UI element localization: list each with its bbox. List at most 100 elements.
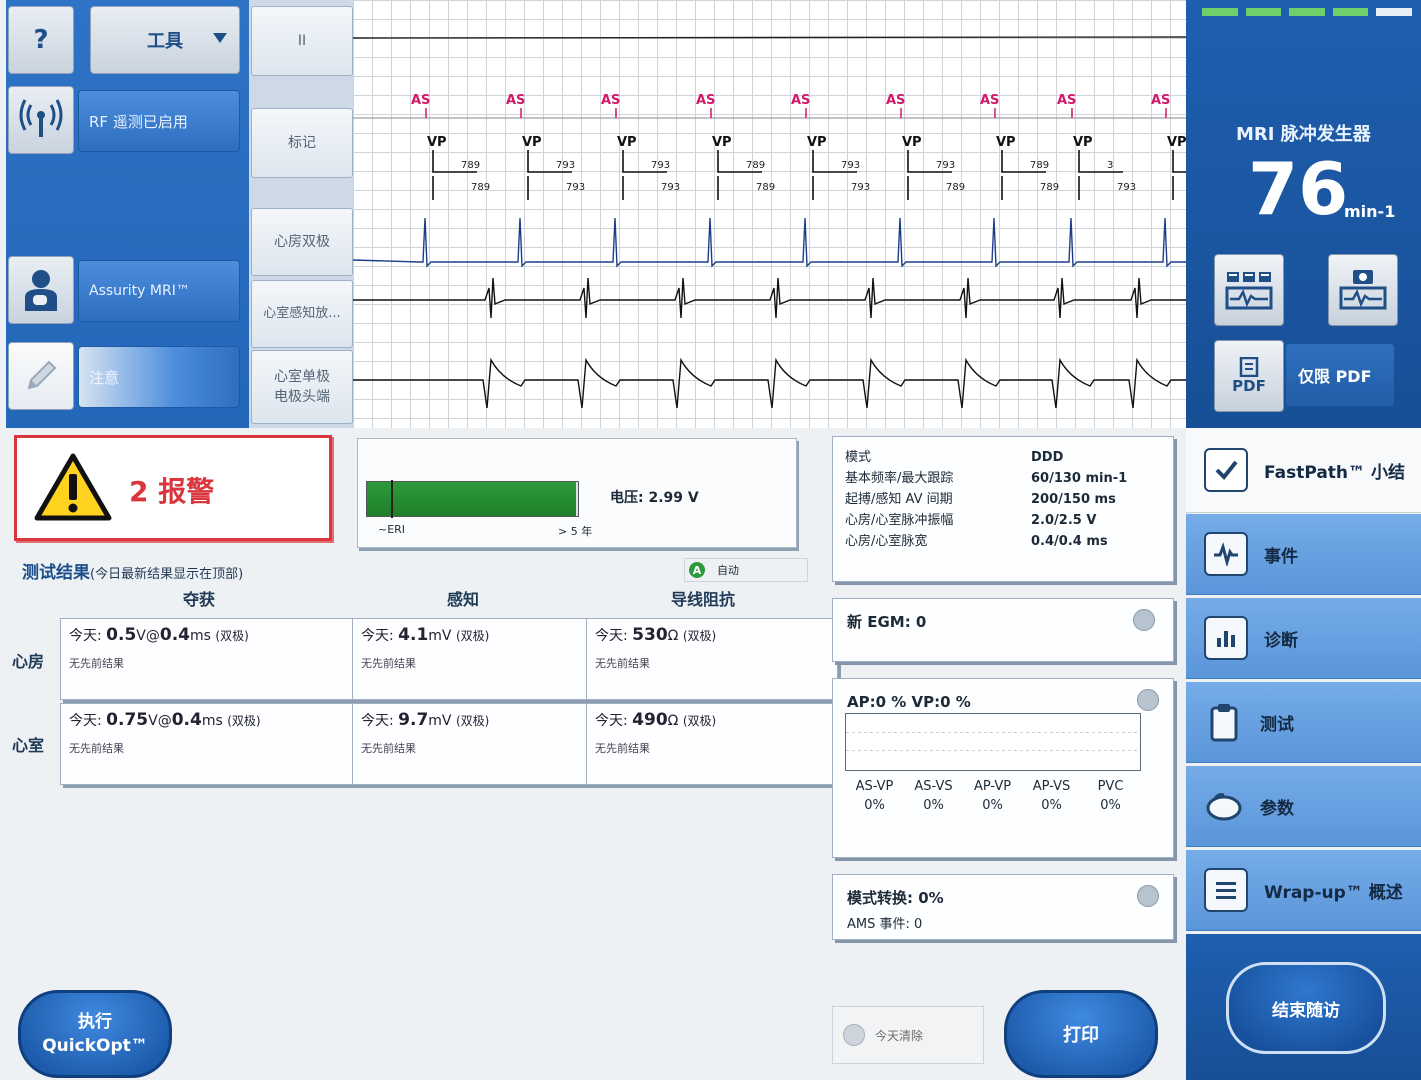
rf-telemetry-status: RF 遥测已启用 (78, 90, 240, 152)
notes-field[interactable]: 注意 (78, 346, 240, 408)
capture-width-unit: ms (190, 628, 211, 644)
print-label: 打印 (1063, 1025, 1099, 1046)
no-previous-result: 无先前结果 (361, 742, 416, 755)
pacing-stat-label: AS-VP (855, 779, 894, 794)
ventricle-capture-cell[interactable]: 今天: 0.75V@0.4ms (双极) 无先前结果 (60, 703, 356, 785)
interval-label: 793 (851, 182, 870, 193)
refresh-icon[interactable] (1137, 885, 1159, 907)
pdf-only-label[interactable]: 仅限 PDF (1286, 344, 1394, 406)
atrium-capture-cell[interactable]: 今天: 0.5V@0.4ms (双极) 无先前结果 (60, 618, 356, 700)
ventricle-impedance-cell[interactable]: 今天: 490Ω (双极) 无先前结果 (586, 703, 838, 785)
capture-width-value: 0.4 (171, 710, 202, 730)
interval-label: 793 (556, 160, 575, 171)
nav-diagnostics-label: 诊断 (1264, 630, 1298, 651)
end-session-button[interactable]: 结束随访 (1226, 962, 1386, 1054)
nav-events[interactable]: 事件 (1186, 514, 1421, 595)
antenna-icon (19, 99, 63, 137)
trace-label-ventricular-sense[interactable]: 心室感知放... (251, 280, 353, 348)
pacing-summary-panel[interactable]: AP:0 % VP:0 % AS-VP 0% AS-VS 0% AP-VP 0% AP-VS… (832, 678, 1174, 858)
freeze-button[interactable]: II (251, 6, 353, 76)
sensing-unit: mV (428, 628, 452, 644)
test-results-subtitle: (今日最新结果显示在顶部) (90, 567, 244, 582)
eri-marker (391, 480, 393, 518)
marker-as: AS (1057, 93, 1076, 108)
battery-panel[interactable]: ~ERI > 5 年 电压: 2.99 V (357, 438, 797, 548)
marker-as: AS (601, 93, 620, 108)
pdf-button[interactable]: PDF (1214, 340, 1284, 412)
parameter-row: 起搏/感知 AV 间期 200/150 ms (845, 489, 1165, 510)
nav-tests[interactable]: 测试 (1186, 682, 1421, 763)
nav-wrapup[interactable]: Wrap-up™ 概述 (1186, 850, 1421, 931)
alarm-panel[interactable]: 2 报警 (14, 435, 332, 541)
capture-threshold-unit: V@ (148, 713, 172, 729)
notes-button[interactable] (8, 342, 74, 410)
ventricular-sense-trace (353, 277, 1186, 319)
col-header-impedance: 导线阻抗 (670, 590, 735, 609)
interval-label: 789 (756, 182, 775, 193)
sensing-note: (双极) (455, 629, 490, 643)
help-button[interactable]: ? (8, 6, 74, 74)
freeze-capture-button[interactable] (1214, 254, 1284, 326)
atrium-impedance-cell[interactable]: 今天: 530Ω (双极) 无先前结果 (586, 618, 838, 700)
pacing-stat-value: 0% (923, 798, 944, 813)
rf-telemetry-button[interactable] (8, 86, 74, 154)
parameter-label: 基本频率/最大跟踪 (845, 471, 954, 486)
pacing-stat-value: 0% (1041, 798, 1062, 813)
mode-switch-panel[interactable]: 模式转换: 0% AMS 事件: 0 (832, 874, 1174, 940)
alarm-count-text: 2 报警 (129, 475, 215, 508)
capture-width-value: 0.4 (159, 625, 190, 645)
marker-as: AS (411, 93, 430, 108)
checkbox-icon (1204, 448, 1248, 492)
col-header-capture: 夺获 (182, 590, 215, 609)
interval-label: 789 (1030, 160, 1049, 171)
nav-fastpath[interactable]: FastPath™ 小结 (1186, 428, 1421, 513)
atrium-sensing-cell[interactable]: 今天: 4.1mV (双极) 无先前结果 (352, 618, 592, 700)
device-can-icon (1204, 786, 1244, 826)
parameter-value: 200/150 ms (1031, 492, 1116, 507)
pdf-icon-label: PDF (1232, 377, 1266, 395)
marker-vp: VP (1073, 135, 1093, 150)
quickopt-button[interactable]: 执行 QuickOpt™ (18, 990, 172, 1078)
col-header-sensing: 感知 (446, 590, 479, 609)
today-prefix: 今天: (595, 713, 628, 729)
waveform-icon (1204, 532, 1248, 576)
clear-today-button[interactable]: 今天清除 (832, 1006, 984, 1064)
trace-label-line1: 心室单极 (274, 369, 330, 385)
parameter-value: 0.4/0.4 ms (1031, 534, 1108, 549)
interval-label: 789 (1040, 182, 1059, 193)
tools-dropdown[interactable]: 工具 (90, 6, 240, 74)
pacing-stat-label: AP-VS (1032, 779, 1071, 794)
trace-label-marker[interactable]: 标记 (251, 108, 353, 178)
battery-years-label: > 5 年 (558, 525, 593, 538)
parameter-value: 2.0/2.5 V (1031, 513, 1097, 528)
heart-rate-unit: min-1 (1344, 202, 1396, 221)
nav-parameters[interactable]: 参数 (1186, 766, 1421, 847)
tools-label: 工具 (147, 31, 183, 52)
ventricle-sensing-cell[interactable]: 今天: 9.7mV (双极) 无先前结果 (352, 703, 592, 785)
trace-label-ventricular-unipolar[interactable]: 心室单极 电极头端 (251, 350, 353, 424)
refresh-icon[interactable] (1133, 609, 1155, 631)
pacing-stat-label: AS-VS (914, 779, 953, 794)
warning-icon (34, 453, 112, 521)
clear-icon (843, 1024, 865, 1046)
interval-label: 789 (746, 160, 765, 171)
nav-diagnostics[interactable]: 诊断 (1186, 598, 1421, 679)
patient-icon (25, 270, 57, 311)
print-button[interactable]: 打印 (1004, 990, 1158, 1078)
eri-label: ~ERI (378, 523, 406, 536)
parameter-label: 心房/心室脉宽 (845, 534, 928, 549)
impedance-unit: Ω (667, 628, 679, 644)
snapshot-button[interactable] (1328, 254, 1398, 326)
new-egm-panel[interactable]: 新 EGM: 0 (832, 598, 1174, 662)
bar-chart-icon (1204, 616, 1248, 660)
trace-label-atrial-bipolar[interactable]: 心房双极 (251, 208, 353, 276)
battery-bar (366, 480, 579, 518)
pacing-histogram (845, 713, 1141, 771)
ecg-trace-area: AS VP 789 789 AS VP 793 793 AS VP 793 793 AS VP 789 789… (353, 0, 1186, 428)
capture-width-unit: ms (201, 713, 223, 729)
marker-as: AS (506, 93, 525, 108)
auto-badge[interactable]: A 自动 (684, 558, 808, 582)
refresh-icon[interactable] (1137, 689, 1159, 711)
device-info-button[interactable] (8, 256, 74, 324)
parameter-summary-panel[interactable]: 模式 DDD 基本频率/最大跟踪 60/130 min-1 起搏/感知 AV 间期 200… (832, 436, 1174, 582)
